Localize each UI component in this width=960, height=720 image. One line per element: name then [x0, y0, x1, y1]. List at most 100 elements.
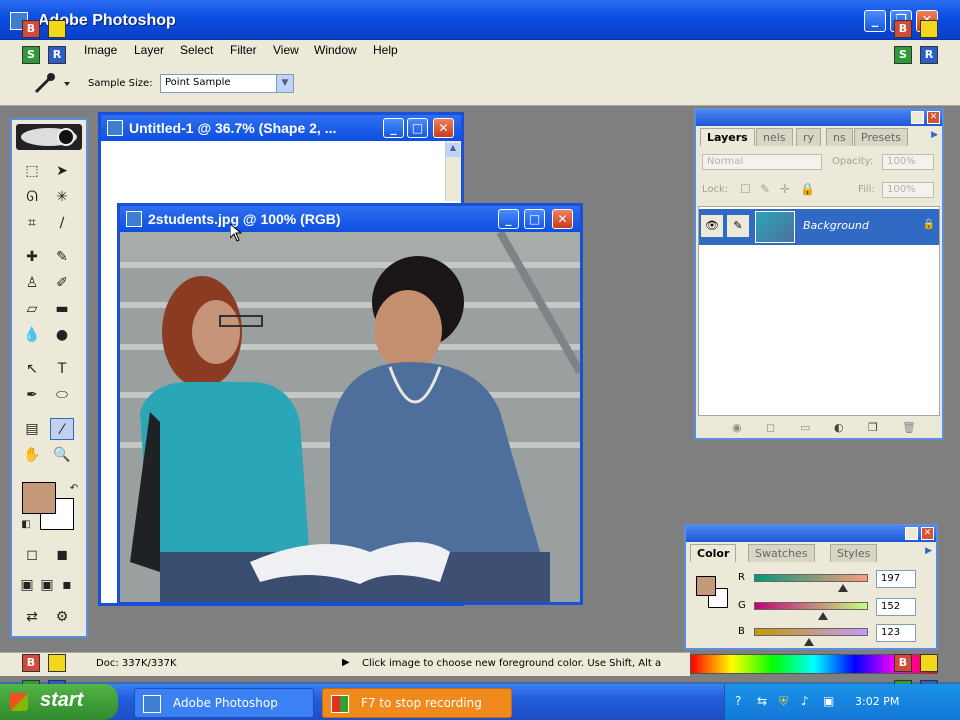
adobe-online-button[interactable]: [16, 124, 82, 150]
full-screen-menu-mode-icon[interactable]: ▣: [36, 574, 58, 596]
field-g[interactable]: 152: [876, 598, 916, 616]
photo-canvas[interactable]: [120, 232, 580, 602]
palette-menu-icon[interactable]: ▶: [931, 130, 938, 140]
title-bar[interactable]: Adobe Photoshop _ ❐ ✕: [0, 0, 960, 40]
default-colors-icon[interactable]: ◧: [14, 514, 38, 536]
crop-tool-icon[interactable]: ⌗: [20, 212, 44, 234]
new-set-icon[interactable]: ▭: [800, 421, 810, 434]
pen-tool-icon[interactable]: ✒: [20, 384, 44, 406]
swap-colors-icon[interactable]: ↶: [62, 478, 86, 500]
slider-thumb-r[interactable]: [838, 584, 848, 592]
doc-maximize-button[interactable]: □: [407, 118, 428, 138]
path-selection-tool-icon[interactable]: ↖: [20, 358, 44, 380]
type-tool-icon[interactable]: T: [50, 358, 74, 380]
opacity-field[interactable]: 100%: [882, 154, 934, 170]
standard-screen-mode-icon[interactable]: ▣: [16, 574, 38, 596]
tab-actions[interactable]: ns: [826, 128, 853, 146]
scroll-up-icon[interactable]: ▲: [446, 143, 460, 157]
foreground-color-swatch[interactable]: [22, 482, 56, 514]
document-titlebar-untitled[interactable]: Untitled-1 @ 36.7% (Shape 2, ... _ □ ✕: [101, 115, 461, 141]
blur-tool-icon[interactable]: 💧: [20, 324, 44, 346]
lock-transparency-icon[interactable]: ☐: [740, 182, 751, 196]
menu-window[interactable]: Window: [314, 43, 357, 57]
trash-icon[interactable]: 🗑: [902, 421, 916, 434]
palette-close-icon[interactable]: ✕: [927, 111, 940, 124]
tool-preset-picker[interactable]: [30, 70, 72, 96]
palette-close-icon[interactable]: ✕: [921, 527, 934, 540]
add-mask-icon[interactable]: ◻: [766, 421, 775, 434]
field-r[interactable]: 197: [876, 570, 916, 588]
doc-close-button[interactable]: ✕: [433, 118, 454, 138]
doc-close-button[interactable]: ✕: [552, 209, 573, 229]
tab-swatches[interactable]: Swatches: [748, 544, 815, 562]
eraser-tool-icon[interactable]: ▱: [20, 298, 44, 320]
menu-image[interactable]: Image: [84, 43, 117, 57]
color-fg-swatch[interactable]: [696, 576, 716, 596]
taskbar-item-photoshop[interactable]: Adobe Photoshop: [134, 688, 314, 718]
lasso-tool-icon[interactable]: ᘏ: [20, 186, 44, 208]
shape-tool-icon[interactable]: ⬭: [50, 384, 74, 406]
lock-all-icon[interactable]: 🔒: [800, 182, 815, 196]
palette-minimize-icon[interactable]: [905, 527, 918, 540]
help-tray-icon[interactable]: ?: [735, 694, 741, 708]
palette-titlebar[interactable]: ✕: [686, 526, 936, 542]
field-b[interactable]: 123: [876, 624, 916, 642]
display-tray-icon[interactable]: ▣: [823, 694, 834, 708]
minimize-button[interactable]: _: [864, 10, 886, 32]
tab-channels[interactable]: nels: [756, 128, 793, 146]
volume-tray-icon[interactable]: ♪: [801, 694, 809, 708]
tab-presets[interactable]: Presets: [854, 128, 909, 146]
layer-style-icon[interactable]: ◉: [732, 421, 742, 434]
layer-link-brush-icon[interactable]: ✎: [727, 215, 749, 237]
slider-r[interactable]: [754, 574, 868, 582]
new-layer-icon[interactable]: ❐: [868, 421, 878, 434]
lock-position-icon[interactable]: ✛: [780, 182, 790, 196]
healing-brush-tool-icon[interactable]: ✚: [20, 246, 44, 268]
menu-select[interactable]: Select: [180, 43, 213, 57]
sample-size-select[interactable]: Point Sample ▼: [160, 74, 294, 93]
quick-mask-mode-icon[interactable]: ◼: [50, 544, 74, 566]
menu-layer[interactable]: Layer: [134, 43, 164, 57]
menu-help[interactable]: Help: [373, 43, 398, 57]
zoom-tool-icon[interactable]: 🔍: [50, 444, 74, 466]
doc-maximize-button[interactable]: □: [524, 209, 545, 229]
doc-minimize-button[interactable]: _: [383, 118, 404, 138]
slider-g[interactable]: [754, 602, 868, 610]
slice-tool-icon[interactable]: ∕: [50, 212, 74, 234]
menu-filter[interactable]: Filter: [230, 43, 257, 57]
clock[interactable]: 3:02 PM: [855, 695, 899, 708]
network-tray-icon[interactable]: ⇆: [757, 694, 767, 708]
palette-titlebar[interactable]: ✕: [696, 110, 942, 126]
start-button[interactable]: start: [0, 684, 118, 720]
notes-tool-icon[interactable]: ▤: [20, 418, 44, 440]
taskbar-item-recorder[interactable]: F7 to stop recording: [322, 688, 512, 718]
adjustment-layer-icon[interactable]: ◐: [834, 421, 844, 434]
doc-size[interactable]: Doc: 337K/337K: [96, 658, 177, 669]
tab-styles[interactable]: Styles: [830, 544, 878, 562]
shield-tray-icon[interactable]: ⛨: [779, 694, 788, 709]
document-titlebar-2students[interactable]: 2students.jpg @ 100% (RGB) _ □ ✕: [120, 206, 580, 232]
imageready-icon[interactable]: ⚙: [50, 606, 74, 628]
standard-mode-icon[interactable]: ◻: [20, 544, 44, 566]
tab-layers[interactable]: Layers: [700, 128, 755, 146]
brush-tool-icon[interactable]: ✎: [50, 246, 74, 268]
magic-wand-tool-icon[interactable]: ✳: [50, 186, 74, 208]
palette-minimize-icon[interactable]: [911, 111, 924, 124]
menu-view[interactable]: View: [273, 43, 299, 57]
marquee-tool-icon[interactable]: ⬚: [20, 160, 44, 182]
full-screen-mode-icon[interactable]: ▪: [56, 574, 78, 596]
vertical-scrollbar[interactable]: ▲: [445, 141, 461, 201]
tab-color[interactable]: Color: [690, 544, 737, 562]
palette-menu-icon[interactable]: ▶: [925, 546, 932, 556]
status-arrow-icon[interactable]: ▶: [342, 657, 350, 668]
slider-thumb-b[interactable]: [804, 638, 814, 646]
layer-visibility-eye-icon[interactable]: 👁: [701, 215, 723, 237]
layer-row-background[interactable]: 👁 ✎ Background 🔒: [699, 209, 939, 245]
hand-tool-icon[interactable]: ✋: [20, 444, 44, 466]
blend-mode-select[interactable]: Normal: [702, 154, 822, 170]
clone-stamp-tool-icon[interactable]: ♙: [20, 272, 44, 294]
fill-field[interactable]: 100%: [882, 182, 934, 198]
jump-to-imageready-icon[interactable]: ⇄: [20, 606, 44, 628]
doc-minimize-button[interactable]: _: [498, 209, 519, 229]
gradient-tool-icon[interactable]: ▬: [50, 298, 74, 320]
